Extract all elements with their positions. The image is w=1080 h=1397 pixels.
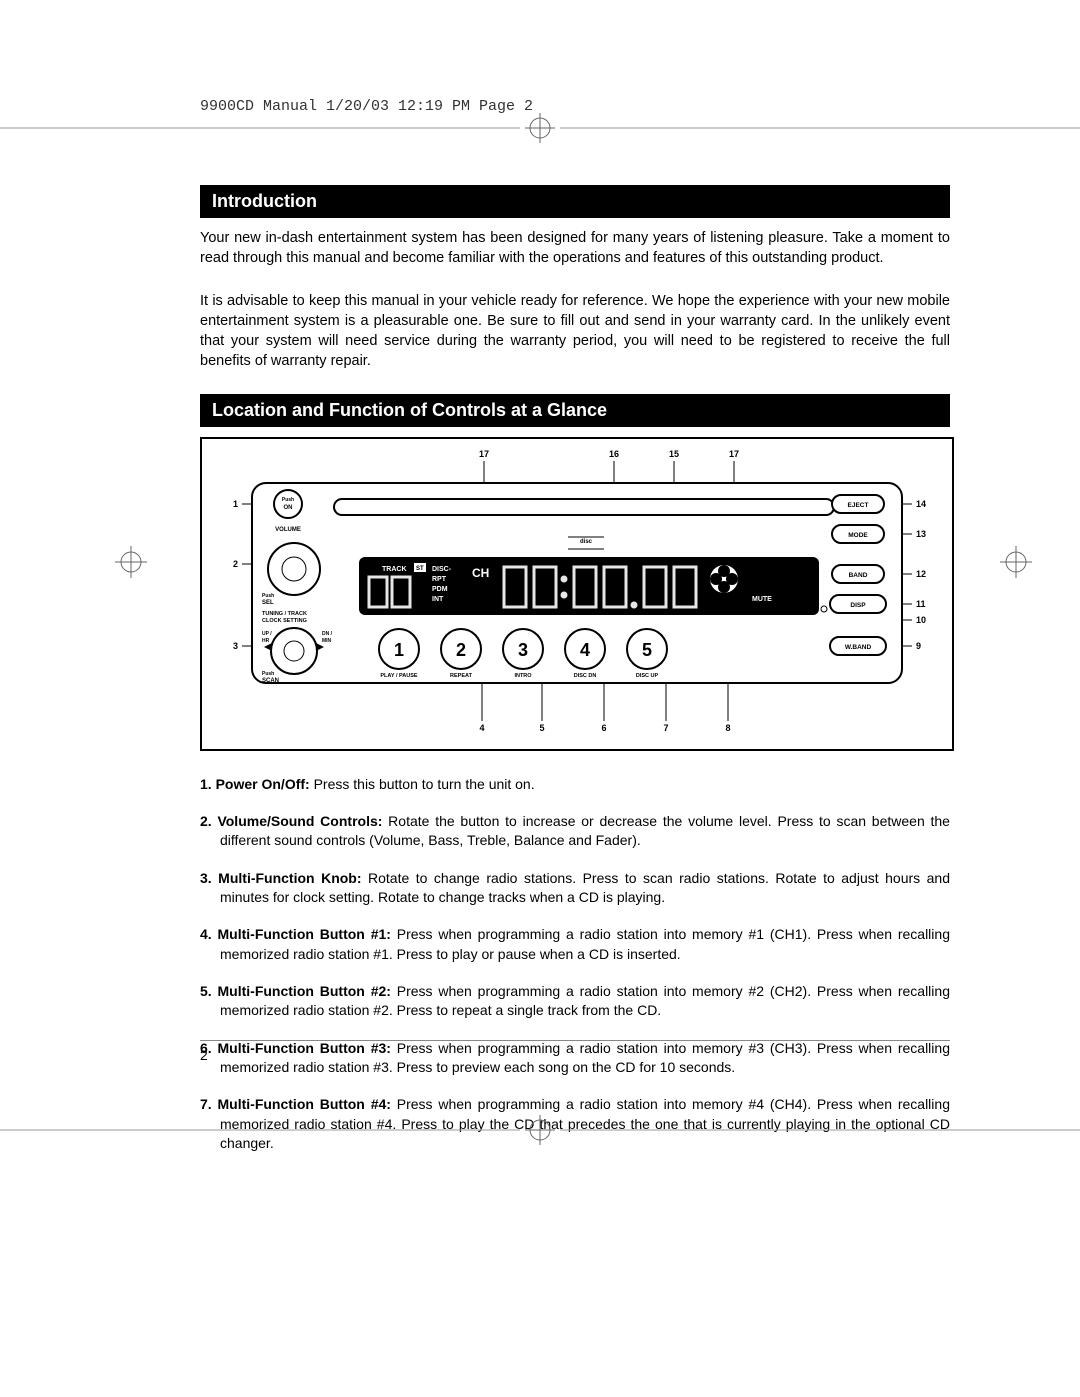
svg-text:Push: Push (282, 497, 294, 503)
svg-text:DISC-: DISC- (432, 566, 452, 573)
callout-10: 10 (916, 615, 926, 625)
svg-text:W.BAND: W.BAND (845, 644, 872, 651)
svg-text:PDM: PDM (432, 586, 448, 593)
svg-text:EJECT: EJECT (848, 502, 869, 509)
control-item-3: 3. Multi-Function Knob: Rotate to change… (200, 869, 950, 908)
svg-text:disc: disc (580, 539, 593, 545)
section-title-introduction: Introduction (200, 185, 950, 218)
control-item-5: 5. Multi-Function Button #2: Press when … (200, 982, 950, 1021)
svg-text:CLOCK SETTING: CLOCK SETTING (262, 618, 307, 624)
registration-mark-bottom (0, 1110, 1080, 1150)
svg-text:TUNING / TRACK: TUNING / TRACK (262, 611, 307, 617)
callout-6: 6 (601, 723, 606, 733)
svg-text:TRACK: TRACK (382, 566, 407, 573)
svg-text:1: 1 (394, 640, 404, 660)
controls-diagram: 17 16 15 17 1 2 3 (200, 437, 954, 751)
page-number: 2 (200, 1047, 208, 1063)
section-title-controls: Location and Function of Controls at a G… (200, 394, 950, 427)
svg-text:UP /: UP / (262, 631, 272, 637)
svg-text:INTRO: INTRO (514, 673, 532, 679)
svg-text:RESET: RESET (797, 607, 814, 613)
callout-15: 15 (669, 449, 679, 459)
svg-text:ST: ST (416, 566, 424, 572)
svg-text:DISP: DISP (850, 602, 866, 609)
callout-4: 4 (479, 723, 484, 733)
callout-1: 1 (233, 499, 238, 509)
intro-paragraph-2: It is advisable to keep this manual in y… (200, 291, 950, 372)
svg-text:SEL: SEL (262, 600, 274, 606)
control-item-2: 2. Volume/Sound Controls: Rotate the but… (200, 812, 950, 851)
svg-text:PLAY / PAUSE: PLAY / PAUSE (380, 673, 418, 679)
svg-text:DISC DN: DISC DN (574, 673, 597, 679)
controls-list: 1. Power On/Off: Press this button to tu… (200, 775, 950, 1153)
svg-text:MUTE: MUTE (752, 596, 772, 603)
svg-text:Push: Push (262, 671, 274, 677)
callout-11: 11 (916, 599, 926, 609)
svg-text:HR: HR (262, 638, 270, 644)
svg-text:5: 5 (642, 640, 652, 660)
control-item-1: 1. Power On/Off: Press this button to tu… (200, 775, 950, 794)
registration-mark-top (0, 108, 1080, 148)
registration-mark-left (113, 544, 149, 580)
svg-text:ON: ON (284, 505, 293, 511)
callout-5: 5 (539, 723, 544, 733)
callout-13: 13 (916, 529, 926, 539)
svg-text:CH: CH (472, 566, 489, 580)
svg-text:MODE: MODE (848, 532, 868, 539)
svg-text:DISC UP: DISC UP (636, 673, 659, 679)
intro-paragraph-1: Your new in-dash entertainment system ha… (200, 228, 950, 269)
page-footer: 2 (200, 1040, 950, 1063)
svg-text:Push: Push (262, 593, 274, 599)
callout-7: 7 (663, 723, 668, 733)
svg-text:SCAN: SCAN (262, 678, 279, 684)
callout-14: 14 (916, 499, 926, 509)
registration-mark-right (998, 544, 1034, 580)
callout-17-top-right: 17 (729, 449, 739, 459)
svg-text:3: 3 (518, 640, 528, 660)
callout-17-top-left: 17 (479, 449, 489, 459)
control-item-4: 4. Multi-Function Button #1: Press when … (200, 925, 950, 964)
callout-3: 3 (233, 641, 238, 651)
svg-text:INT: INT (432, 596, 444, 603)
svg-text:DN /: DN / (322, 631, 333, 637)
callout-12: 12 (916, 569, 926, 579)
svg-text:REPEAT: REPEAT (450, 673, 473, 679)
svg-text:2: 2 (456, 640, 466, 660)
svg-text:MIN: MIN (322, 638, 332, 644)
callout-9: 9 (916, 641, 921, 651)
svg-text:BAND: BAND (849, 572, 868, 579)
svg-text:RPT: RPT (432, 576, 447, 583)
svg-text:VOLUME: VOLUME (275, 527, 301, 533)
svg-text:16: 16 (609, 449, 619, 459)
callout-2: 2 (233, 559, 238, 569)
callout-8: 8 (725, 723, 730, 733)
svg-text:4: 4 (580, 640, 590, 660)
